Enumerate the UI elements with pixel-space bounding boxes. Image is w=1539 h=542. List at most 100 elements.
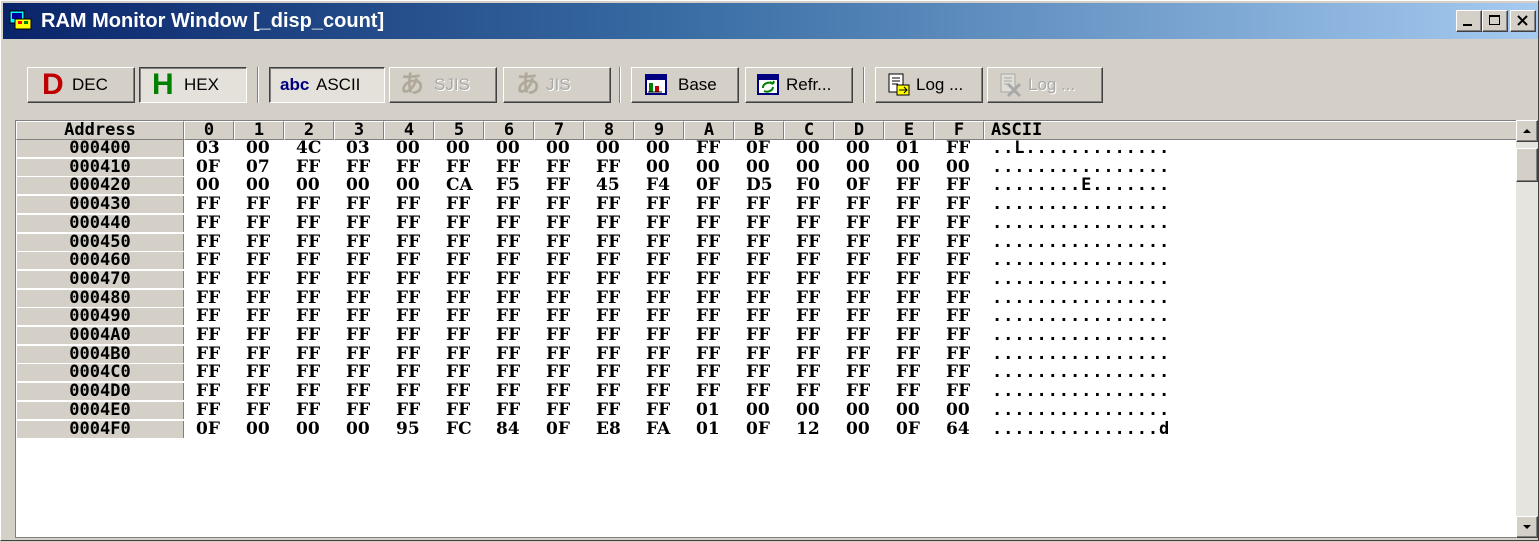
memory-byte-cell[interactable]: F0 — [796, 177, 832, 194]
memory-byte-cell[interactable]: FF — [646, 383, 682, 400]
memory-byte-cell[interactable]: FF — [346, 345, 382, 363]
memory-byte-cell[interactable]: FF — [946, 327, 982, 344]
memory-byte-cell[interactable]: 00 — [546, 140, 582, 157]
memory-byte-cell[interactable]: FF — [746, 196, 782, 213]
memory-byte-cell[interactable]: FF — [896, 289, 932, 307]
memory-byte-cell[interactable]: 00 — [396, 140, 432, 157]
memory-byte-cell[interactable]: FF — [546, 177, 582, 194]
memory-byte-cell[interactable]: FF — [546, 252, 582, 269]
memory-byte-cell[interactable]: 03 — [346, 140, 382, 157]
memory-byte-cell[interactable]: 0F — [196, 158, 232, 176]
memory-byte-cell[interactable]: FF — [696, 364, 732, 381]
memory-byte-cell[interactable]: FF — [296, 196, 332, 213]
table-row[interactable]: 000420 00 00 00 00 00 CA F5 FF 45 F4 0F D5 F0 0F FF FF..… — [16, 177, 1524, 195]
memory-byte-cell[interactable]: FF — [596, 401, 632, 419]
memory-byte-cell[interactable]: FF — [446, 214, 482, 232]
memory-byte-cell[interactable]: FF — [496, 383, 532, 400]
table-row[interactable]: 000450 FF FF FF FF FF FF FF FF FF FF FF FF FF FF FF FF..… — [16, 233, 1524, 252]
memory-byte-cell[interactable]: FC — [446, 420, 482, 438]
memory-byte-cell[interactable]: FF — [246, 327, 282, 344]
memory-byte-cell[interactable]: FF — [346, 214, 382, 232]
memory-byte-cell[interactable]: FF — [546, 270, 582, 288]
memory-byte-cell[interactable]: FF — [746, 345, 782, 363]
memory-byte-cell[interactable]: FF — [596, 270, 632, 288]
memory-byte-cell[interactable]: 00 — [796, 158, 832, 176]
table-row[interactable]: 000400 03 00 4C 03 00 00 00 00 00 00 FF 0F 00 00 01 FF..… — [16, 140, 1524, 158]
memory-byte-cell[interactable]: FF — [746, 383, 782, 400]
memory-byte-cell[interactable]: FF — [596, 364, 632, 381]
memory-byte-cell[interactable]: FF — [396, 233, 432, 251]
minimize-button[interactable] — [1456, 10, 1482, 32]
hex-button[interactable]: H HEX — [139, 67, 247, 103]
memory-byte-cell[interactable]: 00 — [246, 140, 282, 157]
memory-grid[interactable]: Address 0 1 2 3 4 5 6 7 8 9 A B C D E F ASCII 000400 03 00 4… — [15, 120, 1524, 538]
memory-byte-cell[interactable]: 00 — [846, 140, 882, 157]
memory-byte-cell[interactable]: 00 — [646, 158, 682, 176]
memory-byte-cell[interactable]: FF — [846, 289, 882, 307]
memory-byte-cell[interactable]: FF — [746, 252, 782, 269]
memory-byte-cell[interactable]: FF — [746, 289, 782, 307]
table-row[interactable]: 0004E0 FF FF FF FF FF FF FF FF FF FF 01 00 00 00 00 00..… — [16, 401, 1524, 420]
memory-byte-cell[interactable]: FF — [896, 196, 932, 213]
memory-byte-cell[interactable]: FF — [396, 383, 432, 400]
memory-byte-cell[interactable]: FF — [396, 252, 432, 269]
memory-byte-cell[interactable]: FF — [496, 158, 532, 176]
memory-byte-cell[interactable]: FF — [696, 327, 732, 344]
memory-byte-cell[interactable]: FF — [396, 364, 432, 381]
memory-byte-cell[interactable]: FF — [546, 308, 582, 325]
memory-byte-cell[interactable]: FF — [296, 327, 332, 344]
memory-byte-cell[interactable]: FF — [696, 270, 732, 288]
memory-byte-cell[interactable]: FF — [396, 214, 432, 232]
memory-byte-cell[interactable]: 00 — [246, 177, 282, 194]
memory-byte-cell[interactable]: FF — [546, 364, 582, 381]
memory-byte-cell[interactable]: FF — [946, 289, 982, 307]
memory-byte-cell[interactable]: FF — [446, 364, 482, 381]
memory-byte-cell[interactable]: 00 — [246, 420, 282, 438]
memory-byte-cell[interactable]: FF — [646, 364, 682, 381]
memory-byte-cell[interactable]: 00 — [646, 140, 682, 157]
memory-byte-cell[interactable]: FF — [496, 214, 532, 232]
memory-byte-cell[interactable]: FF — [396, 270, 432, 288]
memory-byte-cell[interactable]: FF — [246, 270, 282, 288]
memory-byte-cell[interactable]: FF — [696, 214, 732, 232]
memory-byte-cell[interactable]: FF — [546, 158, 582, 176]
memory-byte-cell[interactable]: 03 — [196, 140, 232, 157]
memory-byte-cell[interactable]: FF — [796, 270, 832, 288]
memory-byte-cell[interactable]: FF — [946, 140, 982, 157]
memory-byte-cell[interactable]: 00 — [346, 420, 382, 438]
base-button[interactable]: Base — [631, 67, 739, 103]
memory-byte-cell[interactable]: 00 — [396, 177, 432, 194]
memory-byte-cell[interactable]: 00 — [946, 401, 982, 419]
memory-byte-cell[interactable]: FF — [446, 327, 482, 344]
memory-byte-cell[interactable]: F5 — [496, 177, 532, 194]
memory-byte-cell[interactable]: FF — [296, 364, 332, 381]
memory-byte-cell[interactable]: 00 — [746, 158, 782, 176]
memory-byte-cell[interactable]: FF — [396, 401, 432, 419]
memory-byte-cell[interactable]: FF — [196, 270, 232, 288]
memory-byte-cell[interactable]: 00 — [296, 177, 332, 194]
table-row[interactable]: 000430 FF FF FF FF FF FF FF FF FF FF FF FF FF FF FF FF..… — [16, 196, 1524, 214]
memory-byte-cell[interactable]: FF — [796, 364, 832, 381]
memory-byte-cell[interactable]: FF — [346, 252, 382, 269]
memory-byte-cell[interactable]: FF — [696, 233, 732, 251]
memory-byte-cell[interactable]: FF — [596, 383, 632, 400]
memory-byte-cell[interactable]: FF — [846, 308, 882, 325]
memory-byte-cell[interactable]: FF — [346, 196, 382, 213]
memory-byte-cell[interactable]: 00 — [596, 140, 632, 157]
memory-byte-cell[interactable]: FF — [196, 327, 232, 344]
memory-byte-cell[interactable]: FF — [846, 383, 882, 400]
memory-byte-cell[interactable]: FF — [246, 364, 282, 381]
table-row[interactable]: 000460 FF FF FF FF FF FF FF FF FF FF FF FF FF FF FF FF..… — [16, 252, 1524, 270]
memory-byte-cell[interactable]: FF — [796, 308, 832, 325]
memory-byte-cell[interactable]: FF — [396, 327, 432, 344]
memory-byte-cell[interactable]: FF — [646, 345, 682, 363]
memory-byte-cell[interactable]: FF — [696, 308, 732, 325]
memory-byte-cell[interactable]: FF — [246, 345, 282, 363]
memory-byte-cell[interactable]: FF — [346, 270, 382, 288]
memory-byte-cell[interactable]: FF — [946, 345, 982, 363]
scroll-thumb[interactable] — [1516, 148, 1538, 182]
memory-byte-cell[interactable]: FF — [796, 289, 832, 307]
memory-byte-cell[interactable]: 12 — [796, 420, 832, 438]
memory-byte-cell[interactable]: FF — [196, 383, 232, 400]
maximize-button[interactable] — [1482, 10, 1508, 32]
